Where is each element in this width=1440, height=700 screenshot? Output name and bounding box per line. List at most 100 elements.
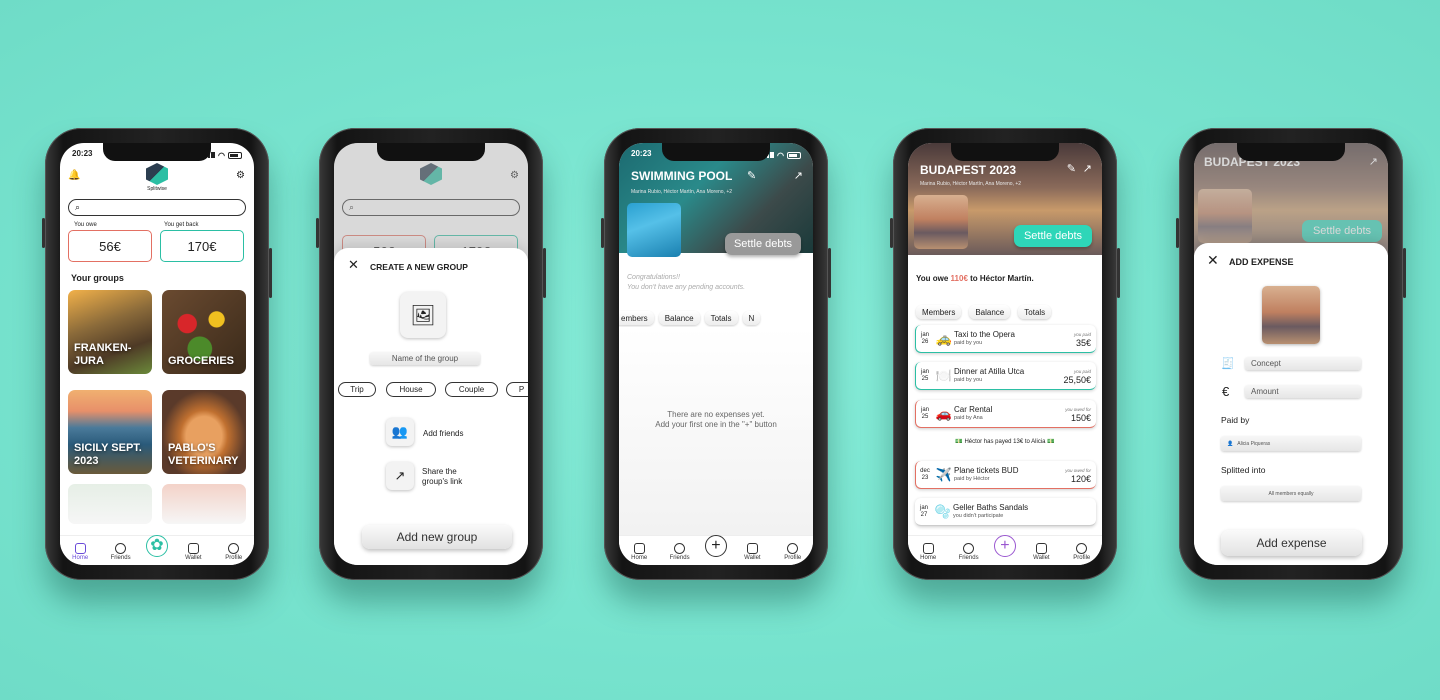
settle-debts-button[interactable]: Settle debts xyxy=(1014,225,1092,247)
pool-screen: 20:23 ◠ SWIMMING POOL ✎ ↗ Marina Rubio, … xyxy=(619,143,813,565)
home-icon xyxy=(633,543,645,554)
edit-icon[interactable]: ✎ xyxy=(1067,162,1076,175)
expense-row[interactable]: jan 26 🚕 Taxi to the Opera paid by you you… xyxy=(915,325,1096,353)
tab-label: Totals xyxy=(1024,307,1046,317)
edit-icon[interactable]: ✎ xyxy=(747,169,756,182)
add-expense-submit-button[interactable]: Add expense xyxy=(1221,530,1362,556)
expense-image[interactable] xyxy=(1262,286,1320,344)
amount-value: 35€ xyxy=(1075,337,1091,348)
expense-date: jan 25 xyxy=(916,407,934,421)
group-tile-groceries[interactable]: GROCERIES xyxy=(162,290,246,374)
type-pill-partial[interactable]: P xyxy=(506,382,528,397)
expense-date: jan 25 xyxy=(916,369,934,383)
nav-wallet[interactable]: Wallet xyxy=(178,543,208,561)
search-icon: ⌕ xyxy=(75,202,81,212)
button-label: Add expense xyxy=(1256,536,1327,550)
close-icon[interactable]: ✕ xyxy=(1207,253,1219,267)
group-tile-sicily[interactable]: SICILY SEPT. 2023 xyxy=(68,390,152,474)
expense-amount: you paid 35€ xyxy=(1056,331,1096,348)
you-get-back-value: 170€ xyxy=(187,238,217,254)
bottom-nav: Home Friends ✿ Wallet Profile xyxy=(60,535,254,565)
month: jan xyxy=(920,331,929,338)
nav-home[interactable]: Home xyxy=(624,543,654,561)
group-tile-partial[interactable] xyxy=(68,484,152,524)
plus-icon: + xyxy=(1000,537,1010,554)
create-group-screen: ⚙ ⌕ 56€ 170€ ✕ CREATE A NEW GROUP 🖼 Name… xyxy=(334,143,528,565)
type-pill-trip[interactable]: Trip xyxy=(338,382,376,397)
dinner-icon: 🍽️ xyxy=(935,367,953,383)
add-expense-sheet: ✕ ADD EXPENSE 🧾 Concept € Amount Paid by… xyxy=(1194,243,1388,565)
nav-friends[interactable]: Friends xyxy=(665,543,695,561)
add-new-group-button[interactable]: Add new group xyxy=(362,525,512,549)
nav-home[interactable]: Home xyxy=(65,543,95,561)
amount-input[interactable]: Amount xyxy=(1245,385,1361,398)
group-name: PABLO'S VETERINARY xyxy=(168,442,239,467)
wallet-icon xyxy=(1035,543,1047,554)
day: 26 xyxy=(921,338,929,345)
paid-by-select[interactable]: 👤 Alicia Piqueras xyxy=(1221,436,1361,451)
you-get-back-label: You get back xyxy=(164,222,199,228)
share-link-label[interactable]: Share the group's link xyxy=(422,467,484,487)
nav-home[interactable]: Home xyxy=(913,543,943,561)
expense-row[interactable]: dec 23 ✈️ Plane tickets BUD paid by Héctor… xyxy=(915,461,1096,489)
group-thumbnail[interactable] xyxy=(627,203,681,257)
split-select[interactable]: All members equally xyxy=(1221,486,1361,501)
close-icon[interactable]: ✕ xyxy=(348,258,359,271)
tab-members[interactable]: Members xyxy=(916,305,962,319)
expense-info: Plane tickets BUD paid by Héctor xyxy=(954,466,1056,483)
tab-more[interactable]: N xyxy=(742,311,761,325)
group-tile-pablos-veterinary[interactable]: PABLO'S VETERINARY xyxy=(162,390,246,474)
share-icon[interactable]: ↗ xyxy=(1083,162,1092,175)
group-tabs: embers Balance Totals N xyxy=(619,311,813,325)
nav-wallet[interactable]: Wallet xyxy=(737,543,767,561)
expense-row[interactable]: jan 25 🚗 Car Rental paid by Ana you owed f… xyxy=(915,400,1096,428)
pill-label: Trip xyxy=(350,385,364,394)
share-link-button[interactable]: ↗ xyxy=(386,462,414,490)
nav-label: Friends xyxy=(669,555,690,561)
tab-members[interactable]: embers xyxy=(619,311,654,325)
wifi-icon: ◠ xyxy=(218,150,225,160)
expense-row[interactable]: jan 27 🫧 Geller Baths Sandals you didn't p… xyxy=(915,498,1096,526)
add-button[interactable]: ✿ xyxy=(145,535,168,557)
add-expense-button[interactable]: + xyxy=(704,535,727,557)
concept-placeholder: Concept xyxy=(1251,359,1281,368)
day: 27 xyxy=(920,511,928,518)
add-friends-label[interactable]: Add friends xyxy=(423,429,463,438)
nav-profile[interactable]: Profile xyxy=(1067,543,1097,561)
nav-friends[interactable]: Friends xyxy=(106,543,136,561)
add-expense-button[interactable]: + xyxy=(993,535,1016,557)
home-icon xyxy=(74,543,86,554)
group-thumbnail[interactable] xyxy=(914,195,968,249)
bell-icon[interactable]: 🔔 xyxy=(68,171,80,181)
add-friends-button[interactable]: 👥 xyxy=(386,418,414,446)
group-tile-partial[interactable] xyxy=(162,484,246,524)
you-get-back-card[interactable]: 170€ xyxy=(160,230,244,262)
nav-profile[interactable]: Profile xyxy=(219,543,249,561)
type-pill-house[interactable]: House xyxy=(386,382,436,397)
share-icon[interactable]: ↗ xyxy=(794,169,803,182)
user-icon: 👤 xyxy=(1227,440,1234,447)
pill-label: P xyxy=(518,385,525,394)
gear-icon[interactable]: ⚙ xyxy=(236,171,246,181)
expense-row[interactable]: jan 25 🍽️ Dinner at Atilla Utca paid by yo… xyxy=(915,362,1096,390)
settle-debts-button[interactable]: Settle debts xyxy=(725,233,801,255)
tab-totals[interactable]: Totals xyxy=(704,311,738,325)
nav-friends[interactable]: Friends xyxy=(954,543,984,561)
group-image-picker[interactable]: 🖼 xyxy=(400,292,446,338)
group-tile-frankenjura[interactable]: FRANKEN-JURA xyxy=(68,290,152,374)
search-input[interactable]: ⌕ xyxy=(68,199,246,216)
group-name-input[interactable]: Name of the group xyxy=(370,352,480,365)
nav-profile[interactable]: Profile xyxy=(778,543,808,561)
expense-paid-by: paid by you xyxy=(954,339,983,346)
tab-balance[interactable]: Balance xyxy=(969,305,1011,319)
nav-wallet[interactable]: Wallet xyxy=(1026,543,1056,561)
notch xyxy=(951,143,1059,161)
tab-totals[interactable]: Totals xyxy=(1018,305,1052,319)
expense-paid-by: paid by you xyxy=(954,376,983,383)
expense-amount: you owed for 150€ xyxy=(1056,406,1096,423)
notch xyxy=(1237,143,1345,161)
you-owe-card[interactable]: 56€ xyxy=(68,230,152,262)
type-pill-couple[interactable]: Couple xyxy=(445,382,498,397)
tab-balance[interactable]: Balance xyxy=(658,311,700,325)
concept-input[interactable]: Concept xyxy=(1245,357,1361,370)
